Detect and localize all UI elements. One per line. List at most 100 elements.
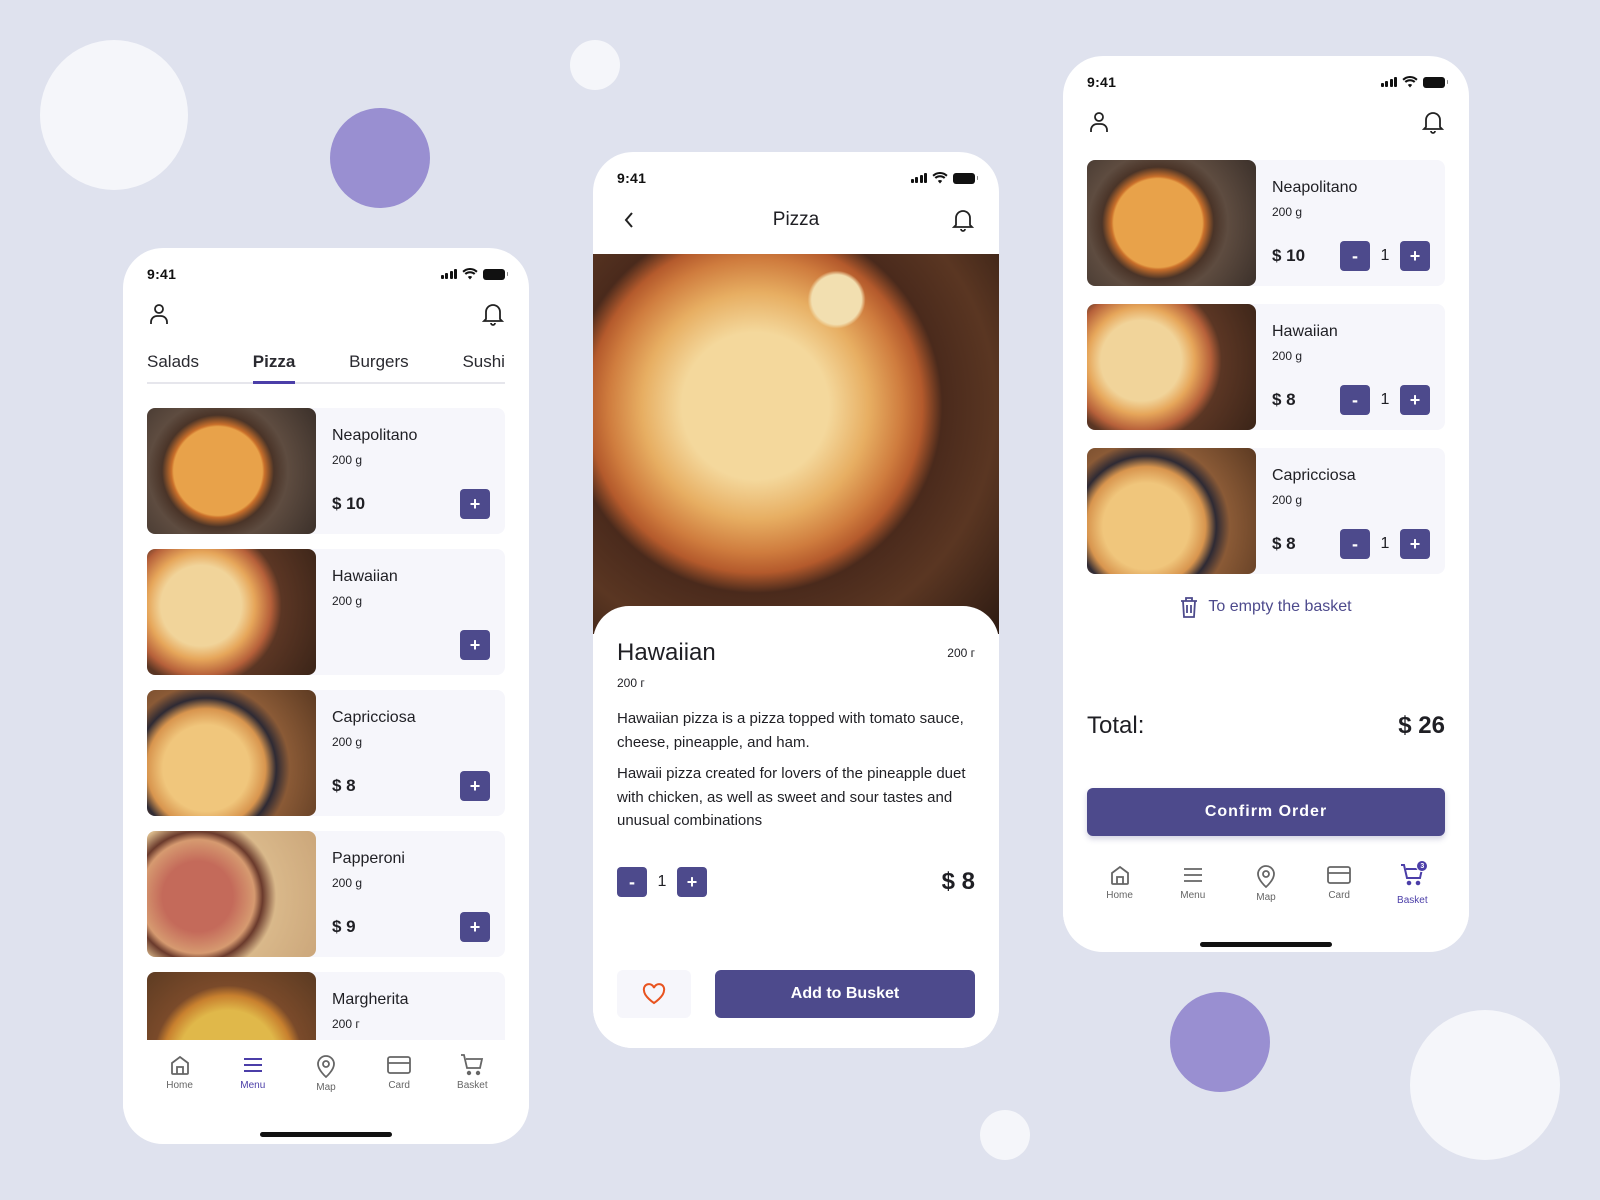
wifi-icon (932, 172, 948, 184)
nav-label: Map (1256, 892, 1276, 903)
product-card[interactable]: Neapolitano 200 g $ 10 + (147, 408, 505, 534)
bottom-nav: Home Menu Map Card 3 Basket (1063, 860, 1469, 926)
quantity-stepper: - 1 + (1340, 529, 1430, 559)
decrease-button[interactable]: - (1340, 385, 1370, 415)
profile-icon[interactable] (147, 302, 171, 326)
decor-bubble (570, 40, 620, 90)
basket-item: Neapolitano 200 g $ 10 - 1 + (1087, 160, 1445, 286)
increase-button[interactable]: + (1400, 529, 1430, 559)
tab-pizza[interactable]: Pizza (252, 352, 295, 384)
nav-label: Menu (1180, 890, 1206, 901)
nav-label: Map (316, 1082, 336, 1093)
product-name: Neapolitano (1272, 179, 1358, 196)
product-card[interactable]: Capricciosa 200 g $ 8 + (147, 690, 505, 816)
category-tabs: Salads Pizza Burgers Sushi (147, 352, 505, 384)
basket-item: Capricciosa 200 g $ 8 - 1 + (1087, 448, 1445, 574)
menu-screen: 9:41 Salads Pizza Burgers Sushi Neapolit… (123, 248, 529, 1144)
product-weight: 200 g (332, 594, 363, 608)
wifi-icon (1402, 76, 1418, 88)
bottom-nav: Home Menu Map Card Basket (123, 1040, 529, 1110)
nav-card[interactable]: Card (369, 1054, 429, 1110)
product-price: $ 8 (1272, 534, 1296, 553)
product-image (147, 690, 316, 816)
favorite-button[interactable] (617, 970, 691, 1018)
product-description: Hawaii pizza created for lovers of the p… (617, 765, 966, 829)
quantity-stepper: - 1 + (1340, 241, 1430, 271)
product-price: $ 10 (332, 494, 366, 513)
confirm-order-button[interactable]: Confirm Order (1087, 788, 1445, 836)
product-weight: 200 г (617, 676, 645, 690)
nav-label: Home (1106, 890, 1133, 901)
basket-item: Hawaiian 200 g $ 8 - 1 + (1087, 304, 1445, 430)
back-button[interactable] (617, 208, 641, 232)
product-description: Hawaiian pizza is a pizza topped with to… (617, 710, 964, 751)
product-price: $ 10 (1272, 246, 1306, 265)
increase-button[interactable]: + (677, 867, 707, 897)
home-icon (170, 1055, 189, 1075)
product-weight: 200 g (332, 735, 363, 749)
quantity-value: 1 (1380, 247, 1390, 264)
nav-home[interactable]: Home (150, 1054, 210, 1110)
battery-icon (1423, 76, 1448, 88)
bell-icon[interactable] (1421, 110, 1445, 134)
signal-icon (1380, 77, 1397, 87)
product-weight: 200 g (1272, 205, 1303, 219)
tab-salads[interactable]: Salads (147, 352, 199, 382)
product-image (147, 831, 316, 957)
increase-button[interactable]: + (1400, 385, 1430, 415)
add-to-basket-button[interactable]: + (460, 771, 490, 801)
status-bar: 9:41 (1087, 72, 1448, 92)
nav-card[interactable]: Card (1309, 864, 1369, 926)
status-bar: 9:41 (147, 264, 508, 284)
quantity-value: 1 (657, 873, 667, 890)
product-image (1087, 448, 1256, 574)
decrease-button[interactable]: - (1340, 529, 1370, 559)
heart-icon (642, 983, 666, 1005)
status-time: 9:41 (147, 266, 177, 282)
nav-map[interactable]: Map (296, 1054, 356, 1110)
increase-button[interactable]: + (1400, 241, 1430, 271)
tab-burgers[interactable]: Burgers (349, 352, 409, 382)
add-to-basket-button[interactable]: + (460, 630, 490, 660)
nav-basket[interactable]: Basket (442, 1054, 502, 1110)
signal-icon (910, 173, 927, 183)
product-price: $ 8 (332, 776, 356, 795)
credit-card-icon (387, 1056, 412, 1074)
product-name: Capricciosa (332, 709, 416, 726)
nav-home[interactable]: Home (1090, 864, 1150, 926)
product-card[interactable]: Margherita 200 г (147, 972, 505, 1040)
product-weight: 200 g (1272, 493, 1303, 507)
nav-label: Basket (457, 1080, 488, 1091)
decor-bubble (40, 40, 188, 190)
product-card[interactable]: Hawaiian 200 g + (147, 549, 505, 675)
tab-sushi[interactable]: Sushi (462, 352, 505, 382)
product-image (147, 549, 316, 675)
battery-icon (953, 172, 978, 184)
product-price: $ 8 (1272, 390, 1296, 409)
status-bar: 9:41 (617, 168, 978, 188)
product-weight: 200 г (947, 646, 975, 660)
quantity-stepper: - 1 + (1340, 385, 1430, 415)
decor-bubble (330, 108, 430, 208)
empty-basket-label: To empty the basket (1208, 598, 1352, 615)
nav-map[interactable]: Map (1236, 864, 1296, 926)
bell-icon[interactable] (951, 208, 975, 232)
product-image (147, 408, 316, 534)
add-to-basket-button[interactable]: Add to Busket (715, 970, 975, 1018)
profile-icon[interactable] (1087, 110, 1111, 134)
product-card[interactable]: Papperoni 200 g $ 9 + (147, 831, 505, 957)
product-image (1087, 304, 1256, 430)
nav-basket[interactable]: 3 Basket (1382, 860, 1442, 926)
decrease-button[interactable]: - (1340, 241, 1370, 271)
decrease-button[interactable]: - (617, 867, 647, 897)
add-to-basket-button[interactable]: + (460, 489, 490, 519)
bell-icon[interactable] (481, 302, 505, 326)
cart-icon (461, 1054, 484, 1076)
nav-menu[interactable]: Menu (223, 1054, 283, 1110)
chevron-left-icon (624, 212, 633, 228)
empty-basket-button[interactable]: To empty the basket (1063, 596, 1469, 618)
decor-bubble (1410, 1010, 1560, 1160)
add-to-basket-button[interactable]: + (460, 912, 490, 942)
nav-menu[interactable]: Menu (1163, 864, 1223, 926)
battery-icon (483, 268, 508, 280)
